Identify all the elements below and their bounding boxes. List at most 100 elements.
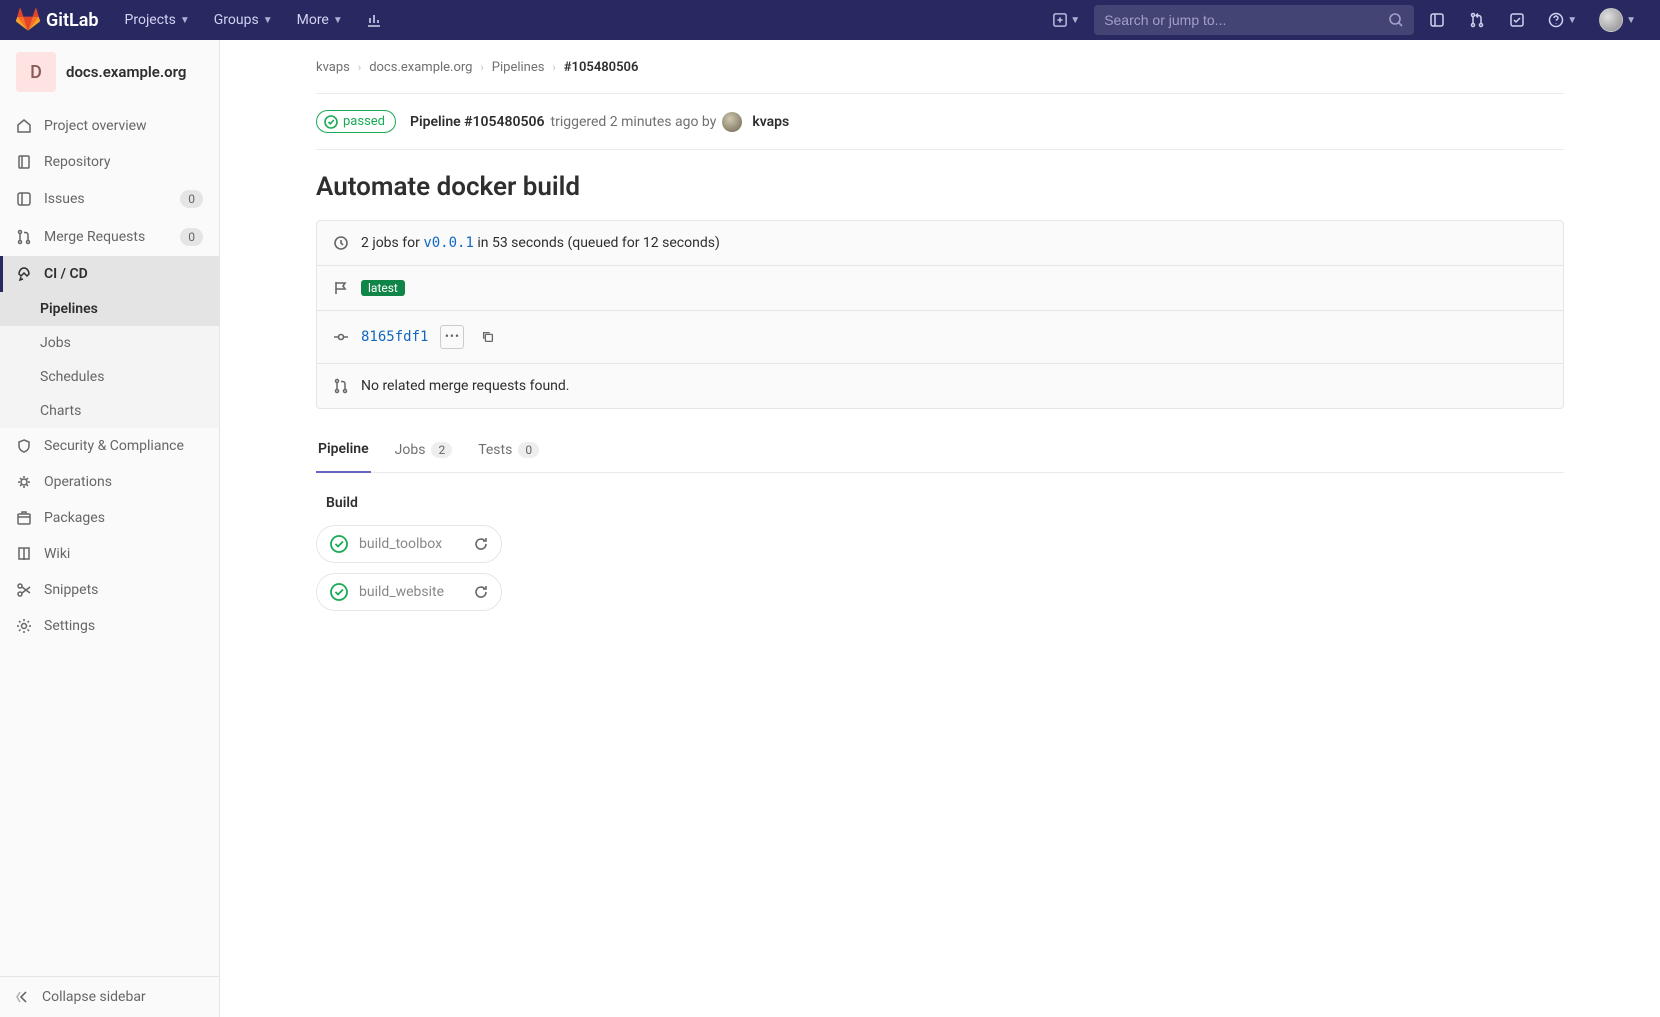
nav-activity[interactable] — [357, 3, 391, 37]
brand-text: GitLab — [46, 10, 99, 31]
chart-icon — [366, 12, 382, 28]
gear-icon — [16, 618, 32, 634]
chevron-down-icon: ▼ — [333, 15, 343, 26]
issue-icon — [16, 191, 32, 207]
collapse-sidebar-button[interactable]: Collapse sidebar — [0, 976, 219, 1017]
repository-icon — [16, 154, 32, 170]
sidebar-item-settings[interactable]: Settings — [0, 608, 219, 644]
job-pill[interactable]: build_website — [316, 573, 502, 611]
tests-count-badge: 0 — [518, 442, 539, 458]
triggered-text: triggered 2 minutes ago by — [551, 114, 717, 130]
main-content: kvaps › docs.example.org › Pipelines › #… — [220, 40, 1660, 1017]
project-avatar: D — [16, 52, 56, 92]
job-name: build_website — [359, 584, 463, 600]
todo-icon — [1509, 12, 1525, 28]
breadcrumb-project[interactable]: docs.example.org — [369, 60, 472, 75]
nav-projects[interactable]: Projects ▼ — [115, 0, 200, 40]
chevron-down-icon: ▼ — [1626, 15, 1636, 26]
breadcrumb-current: #105480506 — [564, 60, 639, 75]
detail-related-mr: No related merge requests found. — [317, 364, 1563, 408]
sidebar-sub-jobs[interactable]: Jobs — [0, 326, 219, 360]
breadcrumb: kvaps › docs.example.org › Pipelines › #… — [316, 60, 1564, 94]
sidebar-item-overview[interactable]: Project overview — [0, 108, 219, 144]
breadcrumb-owner[interactable]: kvaps — [316, 60, 350, 75]
sidebar-item-snippets[interactable]: Snippets — [0, 572, 219, 608]
merge-request-icon — [1469, 12, 1485, 28]
ref-link[interactable]: v0.0.1 — [423, 235, 474, 251]
nav-merge-requests[interactable] — [1460, 3, 1494, 37]
collapse-icon — [16, 989, 32, 1005]
issue-icon — [1429, 12, 1445, 28]
clock-icon — [333, 235, 349, 251]
nav-new[interactable]: ▼ — [1045, 3, 1088, 37]
scissors-icon — [16, 582, 32, 598]
commit-icon — [333, 329, 349, 345]
latest-tag: latest — [361, 280, 405, 296]
sidebar-item-packages[interactable]: Packages — [0, 500, 219, 536]
sidebar-item-cicd[interactable]: CI / CD — [0, 256, 219, 292]
sidebar: D docs.example.org Project overview Repo… — [0, 40, 220, 1017]
check-circle-icon — [324, 115, 338, 129]
pipeline-details: 2 jobs for v0.0.1 in 53 seconds (queued … — [316, 220, 1564, 409]
home-icon — [16, 118, 32, 134]
sidebar-item-operations[interactable]: Operations — [0, 464, 219, 500]
job-pill[interactable]: build_toolbox — [316, 525, 502, 563]
chevron-right-icon: › — [358, 61, 361, 74]
sidebar-project-header[interactable]: D docs.example.org — [0, 40, 219, 104]
tanuki-icon — [16, 8, 40, 32]
stage-name: Build — [316, 495, 1564, 511]
chevron-down-icon: ▼ — [180, 15, 190, 26]
sidebar-sub-schedules[interactable]: Schedules — [0, 360, 219, 394]
tab-jobs[interactable]: Jobs 2 — [393, 427, 455, 472]
book-icon — [16, 546, 32, 562]
pipeline-id-label: Pipeline #105480506 — [410, 114, 545, 130]
tab-tests[interactable]: Tests 0 — [476, 427, 541, 472]
flag-icon — [333, 280, 349, 296]
sidebar-item-merge-requests[interactable]: Merge Requests 0 — [0, 218, 219, 256]
search-input[interactable] — [1104, 12, 1388, 28]
author-link[interactable]: kvaps — [752, 114, 789, 130]
plus-square-icon — [1053, 13, 1067, 27]
project-name: docs.example.org — [66, 63, 186, 81]
merge-request-icon — [333, 378, 349, 394]
retry-icon[interactable] — [473, 584, 489, 600]
user-avatar-icon — [1599, 8, 1623, 32]
pipeline-header: passed Pipeline #105480506 triggered 2 m… — [316, 94, 1564, 150]
sidebar-sub-pipelines[interactable]: Pipelines — [0, 292, 219, 326]
expand-commit-button[interactable]: ••• — [440, 325, 464, 349]
pipeline-tabs: Pipeline Jobs 2 Tests 0 — [316, 427, 1564, 473]
commit-sha-link[interactable]: 8165fdf1 — [361, 329, 428, 345]
nav-groups[interactable]: Groups ▼ — [204, 0, 283, 40]
top-navbar: GitLab Projects ▼ Groups ▼ More ▼ ▼ — [0, 0, 1660, 40]
nav-more[interactable]: More ▼ — [287, 0, 353, 40]
nav-user-menu[interactable]: ▼ — [1591, 3, 1644, 37]
nav-issues[interactable] — [1420, 3, 1454, 37]
sidebar-item-issues[interactable]: Issues 0 — [0, 180, 219, 218]
sidebar-item-security[interactable]: Security & Compliance — [0, 428, 219, 464]
job-name: build_toolbox — [359, 536, 463, 552]
gitlab-logo[interactable]: GitLab — [16, 8, 99, 32]
copy-icon — [481, 330, 495, 344]
tab-pipeline[interactable]: Pipeline — [316, 427, 371, 473]
chevron-right-icon: › — [552, 61, 555, 74]
retry-icon[interactable] — [473, 536, 489, 552]
check-circle-icon — [329, 582, 349, 602]
mr-count-badge: 0 — [180, 228, 203, 246]
breadcrumb-section[interactable]: Pipelines — [492, 60, 545, 75]
detail-commit: 8165fdf1 ••• — [317, 311, 1563, 364]
shield-icon — [16, 438, 32, 454]
merge-request-icon — [16, 229, 32, 245]
nav-todos[interactable] — [1500, 3, 1534, 37]
sidebar-item-repository[interactable]: Repository — [0, 144, 219, 180]
search-icon — [1388, 12, 1404, 28]
copy-sha-button[interactable] — [476, 325, 500, 349]
search-box[interactable] — [1094, 5, 1414, 35]
chevron-down-icon: ▼ — [263, 15, 273, 26]
nav-help[interactable]: ▼ — [1540, 3, 1585, 37]
sidebar-sub-charts[interactable]: Charts — [0, 394, 219, 428]
package-icon — [16, 510, 32, 526]
status-badge-passed[interactable]: passed — [316, 110, 396, 133]
sidebar-item-wiki[interactable]: Wiki — [0, 536, 219, 572]
rocket-icon — [16, 266, 32, 282]
author-avatar-icon — [722, 112, 742, 132]
